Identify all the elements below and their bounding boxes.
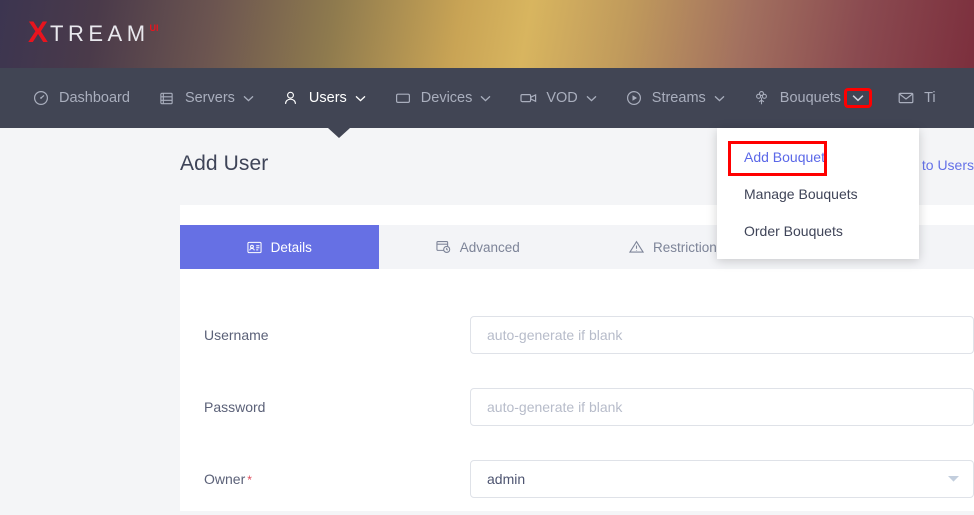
nav-label-tickets: Ti [924,90,936,106]
warning-triangle-icon [629,240,644,255]
password-input[interactable] [470,388,974,426]
tab-label-details: Details [271,240,312,255]
form-row-password: Password [180,371,974,443]
add-user-form: Username Password Owner* [180,269,974,515]
username-input[interactable] [470,316,974,354]
control-username [470,316,974,354]
label-username: Username [180,327,470,343]
user-icon [282,89,300,107]
nav-label-servers: Servers [185,90,235,106]
chevron-down-icon-servers[interactable] [243,95,254,102]
page-title: Add User [180,152,268,176]
form-row-owner: Owner* [180,443,974,515]
dropdown-item-manage-bouquets[interactable]: Manage Bouquets [717,175,919,212]
main-navigation: Dashboard Servers Users D [0,68,974,128]
nav-label-dashboard: Dashboard [59,90,130,106]
logo-superscript: UI [150,22,159,34]
xtream-logo[interactable]: X TREAM UI [28,18,159,50]
id-card-icon [247,240,262,255]
tab-label-restrictions: Restrictions [653,240,724,255]
nav-item-users[interactable]: Users [268,68,380,128]
play-circle-icon [625,89,643,107]
label-owner: Owner* [180,471,470,487]
video-camera-icon [519,89,537,107]
nav-item-bouquets[interactable]: Bouquets [739,68,883,128]
tab-advanced[interactable]: Advanced [379,225,578,269]
settings-window-icon [436,240,451,255]
nav-item-dashboard[interactable]: Dashboard [18,68,144,128]
logo-wordmark: TREAM [50,18,150,50]
nav-label-vod: VOD [546,90,577,106]
label-password: Password [180,399,470,415]
server-icon [158,89,176,107]
gauge-icon [32,89,50,107]
nav-item-servers[interactable]: Servers [144,68,268,128]
active-nav-pointer [328,128,350,138]
nav-item-devices[interactable]: Devices [380,68,506,128]
nav-item-streams[interactable]: Streams [611,68,739,128]
brand-header: X TREAM UI [0,0,974,68]
chevron-down-icon-bouquets[interactable] [847,91,869,105]
control-password [470,388,974,426]
tab-label-advanced: Advanced [460,240,520,255]
chevron-down-icon-streams[interactable] [714,95,725,102]
owner-select[interactable] [470,460,974,498]
tab-details[interactable]: Details [180,225,379,269]
nav-label-streams: Streams [652,90,706,106]
label-owner-text: Owner [204,471,245,487]
chevron-down-icon-devices[interactable] [480,95,491,102]
required-marker-owner: * [247,473,252,487]
chevron-down-icon-users[interactable] [355,95,366,102]
nav-item-vod[interactable]: VOD [505,68,610,128]
nav-item-tickets[interactable]: Ti [883,68,950,128]
dropdown-item-order-bouquets[interactable]: Order Bouquets [717,212,919,249]
logo-letter-x: X [28,18,48,48]
nav-label-bouquets: Bouquets [780,90,841,106]
chevron-down-icon-vod[interactable] [586,95,597,102]
bouquets-dropdown-menu: Add Bouquet Manage Bouquets Order Bouque… [717,128,919,259]
dropdown-item-add-bouquet[interactable]: Add Bouquet [717,138,919,175]
control-owner [470,460,974,498]
nav-label-users: Users [309,90,347,106]
form-row-username: Username [180,299,974,371]
device-icon [394,89,412,107]
nav-label-devices: Devices [421,90,473,106]
envelope-icon [897,89,915,107]
flower-icon [753,89,771,107]
